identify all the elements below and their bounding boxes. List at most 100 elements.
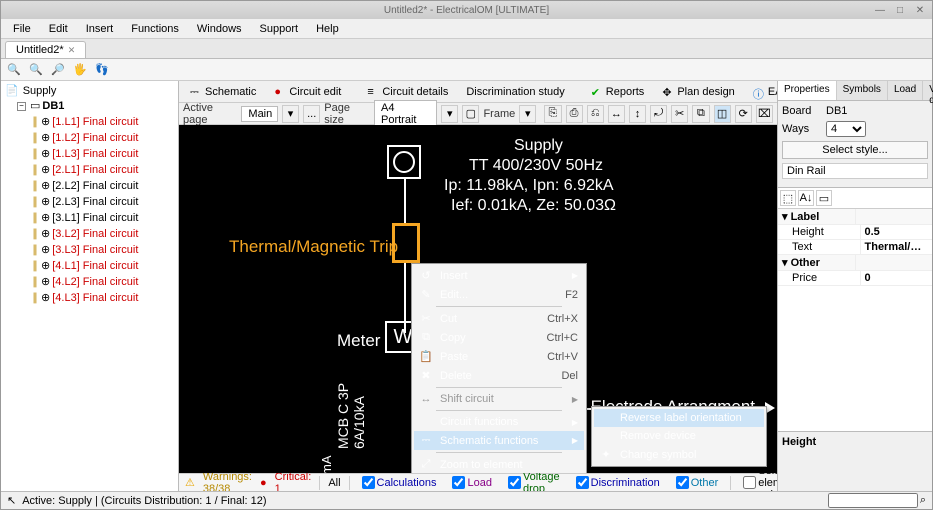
tree-circuit[interactable]: ∥⊕ [2.L2] Final circuit xyxy=(31,178,176,194)
tab-load[interactable]: Load xyxy=(888,81,923,100)
prop-value[interactable]: Thermal/Magnetic Trip xyxy=(861,240,933,255)
tab-close-icon[interactable]: ✕ xyxy=(68,45,76,56)
ribbon-circuit-edit[interactable]: ●Circuit edit xyxy=(267,84,348,100)
prop-key[interactable]: Price xyxy=(778,271,861,286)
tree-circuit[interactable]: ∥⊕ [3.L2] Final circuit xyxy=(31,226,176,242)
tab-symbols[interactable]: Symbols xyxy=(837,81,888,100)
menu-item[interactable]: ⧉CopyCtrl+C xyxy=(414,328,584,347)
zoom-in-icon[interactable]: 🔍 xyxy=(5,61,23,79)
tool-icon-2[interactable]: ⎙ xyxy=(566,105,583,123)
tab-voltdrop[interactable]: Volt drop xyxy=(923,81,933,100)
filter-other[interactable]: Other xyxy=(672,476,723,489)
breaker-symbol[interactable] xyxy=(392,223,420,263)
ribbon-reports[interactable]: ✔Reports xyxy=(584,84,652,100)
menu-item[interactable]: ↺Insert▶ xyxy=(414,266,584,285)
tree-root[interactable]: Supply xyxy=(23,85,57,97)
tool-icon-7[interactable]: ✂ xyxy=(671,105,688,123)
page-dropdown-icon[interactable]: ▾ xyxy=(282,105,299,123)
menu-item[interactable]: ✂CutCtrl+X xyxy=(414,309,584,328)
project-tree[interactable]: 📄Supply −▭DB1 ∥⊕ [1.L1] Final circuit∥⊕ … xyxy=(1,81,179,491)
prop-value[interactable]: 0.5 xyxy=(861,225,933,240)
prop-tool-icon[interactable]: ▭ xyxy=(816,190,832,206)
frame-icon[interactable]: ▢ xyxy=(462,105,479,123)
page-more-button[interactable]: ... xyxy=(303,105,320,123)
tool-icon-6[interactable]: ⤾ xyxy=(650,105,667,123)
tree-circuit[interactable]: ∥⊕ [1.L2] Final circuit xyxy=(31,130,176,146)
menu-item[interactable]: ⤢Zoom to element xyxy=(414,455,584,473)
ribbon-plan[interactable]: ✥Plan design xyxy=(655,84,742,100)
minimize-button[interactable]: — xyxy=(872,4,888,16)
sort-cat-icon[interactable]: ⬚ xyxy=(780,190,796,206)
tool-icon-9[interactable]: ◫ xyxy=(714,105,731,123)
menu-insert[interactable]: Insert xyxy=(78,21,122,37)
zoom-out-icon[interactable]: 🔍 xyxy=(27,61,45,79)
zoom-fit-icon[interactable]: 🔎 xyxy=(49,61,67,79)
menu-item[interactable]: Circuit functions▶ xyxy=(414,413,584,431)
ribbon-discrimination[interactable]: Discrimination study xyxy=(459,84,571,100)
prop-key[interactable]: Text xyxy=(778,240,861,255)
filter-discrimination[interactable]: Discrimination xyxy=(572,476,664,489)
tool-icon-10[interactable]: ⟳ xyxy=(735,105,752,123)
tree-circuit[interactable]: ∥⊕ [1.L1] Final circuit xyxy=(31,114,176,130)
menu-file[interactable]: File xyxy=(5,21,39,37)
tool-icon-5[interactable]: ↕ xyxy=(629,105,646,123)
tool-icon-11[interactable]: ⌧ xyxy=(756,105,773,123)
context-submenu[interactable]: Reverse label orientationRemove device✦C… xyxy=(591,406,767,467)
menu-item[interactable]: ⎓Schematic functions▶ xyxy=(414,431,584,450)
active-page-value[interactable]: Main xyxy=(241,106,278,122)
tree-circuit[interactable]: ∥⊕ [2.L1] Final circuit xyxy=(31,162,176,178)
maximize-button[interactable]: □ xyxy=(892,4,908,16)
tool-icon-1[interactable]: ⎘ xyxy=(544,105,561,123)
prop-group[interactable]: ▾ Other xyxy=(778,255,856,271)
menu-item[interactable]: 📋PasteCtrl+V xyxy=(414,347,584,366)
ribbon-schematic[interactable]: ⎓Schematic xyxy=(183,84,263,100)
search-icon[interactable]: ⌕ xyxy=(920,494,926,506)
ways-select[interactable]: 4 xyxy=(826,121,866,137)
menu-help[interactable]: Help xyxy=(308,21,347,37)
tree-circuit[interactable]: ∥⊕ [4.L2] Final circuit xyxy=(31,274,176,290)
tool-icon-3[interactable]: ⎌ xyxy=(587,105,604,123)
menu-item[interactable]: Reverse label orientation xyxy=(594,409,764,427)
menu-edit[interactable]: Edit xyxy=(41,21,76,37)
collapse-icon[interactable]: − xyxy=(17,102,26,111)
tree-db[interactable]: DB1 xyxy=(42,99,64,113)
prop-group[interactable]: ▾ Label xyxy=(778,209,856,225)
tab-properties[interactable]: Properties xyxy=(778,81,837,100)
context-menu[interactable]: ↺Insert▶✎Edit...F2 ✂CutCtrl+X⧉CopyCtrl+C📋… xyxy=(411,263,587,473)
menu-item[interactable]: Remove device xyxy=(594,427,764,445)
select-style-button[interactable]: Select style... xyxy=(782,141,928,159)
tool-icon-8[interactable]: ⧉ xyxy=(692,105,709,123)
tree-circuit[interactable]: ∥⊕ [2.L3] Final circuit xyxy=(31,194,176,210)
document-tab[interactable]: Untitled2* ✕ xyxy=(5,41,86,58)
status-search-input[interactable] xyxy=(828,493,918,508)
sort-az-icon[interactable]: A↓ xyxy=(798,190,814,206)
menu-support[interactable]: Support xyxy=(252,21,307,37)
schematic-canvas[interactable]: Supply TT 400/230V 50Hz Ip: 11.98kA, Ipn… xyxy=(179,125,777,473)
tree-circuit[interactable]: ∥⊕ [4.L3] Final circuit xyxy=(31,290,176,306)
menu-item[interactable]: ✦Change symbol xyxy=(594,445,764,464)
filter-all[interactable]: All xyxy=(328,477,340,489)
ribbon-circuit-details[interactable]: ≡Circuit details xyxy=(360,84,455,100)
tree-circuit[interactable]: ∥⊕ [3.L1] Final circuit xyxy=(31,210,176,226)
ribbon-eac[interactable]: ⓘEAC & EMS forms xyxy=(746,84,777,100)
filter-load[interactable]: Load xyxy=(448,476,495,489)
prop-key[interactable]: Height xyxy=(778,225,861,240)
hand-icon[interactable]: 🖐 xyxy=(71,61,89,79)
tree-circuit[interactable]: ∥⊕ [4.L1] Final circuit xyxy=(31,258,176,274)
footprints-icon[interactable]: 👣 xyxy=(93,61,111,79)
menu-windows[interactable]: Windows xyxy=(189,21,250,37)
prop-value[interactable]: 0 xyxy=(861,271,933,286)
page-size-dropdown-icon[interactable]: ▾ xyxy=(441,105,458,123)
frame-dropdown-icon[interactable]: ▾ xyxy=(519,105,536,123)
close-button[interactable]: ✕ xyxy=(912,4,928,16)
menu-functions[interactable]: Functions xyxy=(123,21,187,37)
tool-icon-4[interactable]: ↔ xyxy=(608,105,625,123)
thermal-label[interactable]: Thermal/Magnetic Trip xyxy=(229,237,398,257)
tree-circuit[interactable]: ∥⊕ [1.L3] Final circuit xyxy=(31,146,176,162)
page-size-value[interactable]: A4 Portrait xyxy=(374,100,437,128)
property-grid[interactable]: ⬚ A↓ ▭ ▾ LabelHeight0.5TextThermal/Magne… xyxy=(778,187,932,431)
menu-item[interactable]: ✖DeleteDel xyxy=(414,366,584,385)
filter-calculations[interactable]: Calculations xyxy=(358,476,441,489)
menu-item[interactable]: ✎Edit...F2 xyxy=(414,285,584,304)
tree-circuit[interactable]: ∥⊕ [3.L3] Final circuit xyxy=(31,242,176,258)
